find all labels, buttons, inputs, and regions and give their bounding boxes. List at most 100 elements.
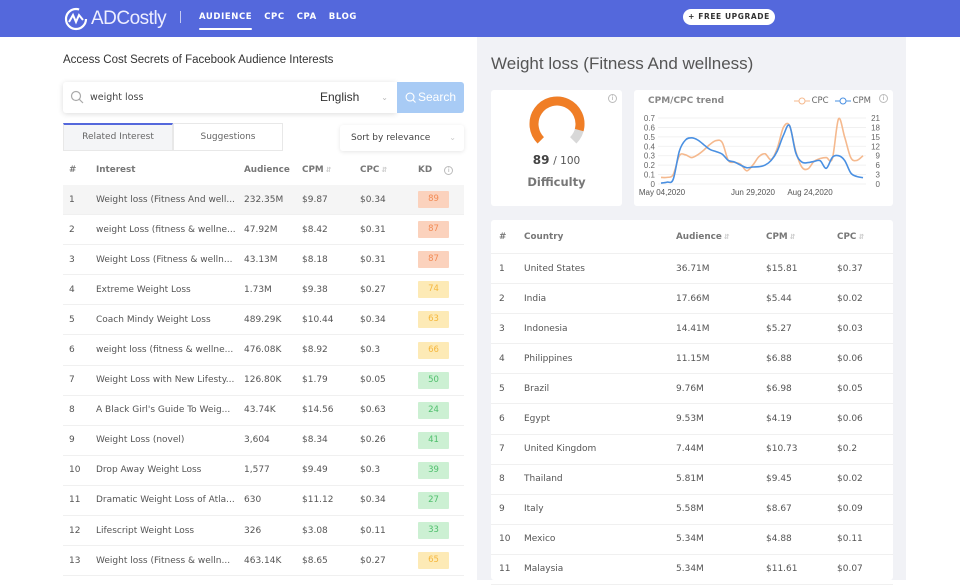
- row-country: Thailand: [524, 474, 563, 485]
- kd-badge: 39: [418, 461, 449, 479]
- search-button[interactable]: Search: [397, 82, 464, 113]
- table-row[interactable]: 11 Dramatic Weight Loss of Atla... 630 $11.…: [63, 486, 464, 517]
- nav-blog[interactable]: BLOG: [329, 0, 357, 37]
- row-cpm: $8.42: [302, 224, 328, 235]
- row-interest[interactable]: Weight Loss with New Lifesty...: [96, 375, 244, 385]
- row-cpm: $5.44: [766, 293, 792, 304]
- row-interest[interactable]: Weight Loss (Fitness & welln...: [96, 255, 244, 265]
- table-row[interactable]: 7 Weight Loss with New Lifesty... 126.80K $…: [63, 366, 464, 396]
- row-cpc: $0.03: [837, 323, 863, 334]
- search-input[interactable]: [90, 82, 280, 113]
- table-row[interactable]: 2 India 17.66M $5.44 $0.02: [491, 284, 893, 315]
- row-cpc: $0.34: [360, 495, 386, 506]
- table-row[interactable]: 3 Weight Loss (Fitness & welln... 43.13M $8…: [63, 245, 464, 276]
- table-row[interactable]: 10 Mexico 5.34M $4.88 $0.11: [491, 525, 893, 555]
- table-row[interactable]: 8 Thailand 5.81M $9.45 $0.02: [491, 465, 893, 495]
- nav-audience[interactable]: AUDIENCE: [199, 0, 253, 37]
- table-row[interactable]: 5 Brazil 9.76M $6.98 $0.05: [491, 374, 893, 405]
- row-interest[interactable]: weight loss (fitness & wellne...: [96, 345, 244, 355]
- brand-name: ADCostly: [91, 8, 167, 29]
- row-cpm: $4.19: [766, 414, 792, 425]
- row-country: Italy: [524, 504, 544, 515]
- row-audience: 1,577: [244, 465, 270, 476]
- table-row[interactable]: 5 Coach Mindy Weight Loss 489.29K $10.44 $0.…: [63, 305, 464, 336]
- table-row[interactable]: 8 A Black Girl's Guide To Weig... 43.74K $1…: [63, 396, 464, 426]
- table-row[interactable]: 12 Lifescript Weight Loss 326 $3.08 $0.11 33: [63, 516, 464, 547]
- info-icon[interactable]: i: [444, 166, 454, 175]
- table-row[interactable]: 13 Weight loss (Fitness & welln... 463.14K…: [63, 546, 464, 577]
- row-cpc: $0.07: [837, 564, 863, 575]
- info-icon[interactable]: i: [879, 94, 888, 103]
- row-cpm: $10.73: [766, 444, 798, 455]
- table-row[interactable]: 11 Malaysia 5.34M $11.61 $0.07: [491, 555, 893, 585]
- y-left-tick-label: 0.5: [644, 133, 656, 142]
- row-country: Egypt: [524, 414, 550, 425]
- nav-cpc[interactable]: CPC: [264, 0, 285, 37]
- table-row[interactable]: 3 Indonesia 14.41M $5.27 $0.03: [491, 314, 893, 345]
- table-row[interactable]: 4 Extreme Weight Loss 1.73M $9.38 $0.27 74: [63, 275, 464, 306]
- row-interest[interactable]: Dramatic Weight Loss of Atla...: [96, 495, 244, 505]
- row-cpc: $0.27: [360, 555, 386, 566]
- row-interest[interactable]: Lifescript Weight Loss: [96, 526, 244, 536]
- col-kd: KD i: [418, 165, 464, 175]
- nav-cpa[interactable]: CPA: [297, 0, 317, 37]
- table-row[interactable]: 7 United Kingdom 7.44M $10.73 $0.2: [491, 435, 893, 465]
- row-country: United States: [524, 263, 585, 274]
- row-interest[interactable]: weight Loss (fitness & wellne...: [96, 225, 244, 235]
- legend-cpc[interactable]: CPC: [793, 96, 829, 106]
- col-audience: Audience: [244, 165, 290, 175]
- row-audience: 7.44M: [676, 444, 704, 455]
- row-interest[interactable]: Drop Away Weight Loss: [96, 465, 244, 475]
- row-interest[interactable]: Weight loss (Fitness And well...: [96, 195, 244, 205]
- table-row[interactable]: 4 Philippines 11.15M $6.88 $0.06: [491, 344, 893, 375]
- row-cpc: $0.26: [360, 435, 386, 446]
- col-cpm[interactable]: CPM ⇵: [302, 165, 360, 175]
- row-rank: 4: [499, 353, 505, 364]
- col-interest: Interest: [96, 165, 136, 175]
- table-row[interactable]: 9 Weight Loss (novel) 3,604 $8.34 $0.26 41: [63, 426, 464, 456]
- row-cpc: $0.02: [837, 474, 863, 485]
- language-select[interactable]: English ⌄: [289, 82, 397, 113]
- row-interest[interactable]: Coach Mindy Weight Loss: [96, 315, 244, 325]
- row-cpm: $9.38: [302, 284, 328, 295]
- table-row[interactable]: 6 weight loss (fitness & wellne... 476.08K…: [63, 335, 464, 366]
- table-row[interactable]: 1 Weight loss (Fitness And well... 232.35M…: [63, 185, 464, 216]
- sort-select[interactable]: Sort by relevance ⌄: [340, 125, 464, 151]
- row-audience: 5.58M: [676, 504, 704, 515]
- table-row[interactable]: 6 Egypt 9.53M $4.19 $0.06: [491, 404, 893, 435]
- free-upgrade-button[interactable]: + FREE UPGRADE: [683, 9, 775, 25]
- y-right-tick-label: 18: [871, 123, 880, 132]
- col-cpm[interactable]: CPM ⇵: [766, 232, 837, 242]
- info-icon[interactable]: i: [608, 94, 617, 103]
- row-audience: 1.73M: [244, 284, 272, 295]
- row-cpc: $0.3: [360, 465, 381, 476]
- search-icon: [70, 90, 84, 104]
- row-interest[interactable]: Weight loss (Fitness & welln...: [96, 556, 244, 566]
- row-cpm: $5.27: [766, 323, 792, 334]
- tab-suggestions[interactable]: Suggestions: [173, 123, 283, 151]
- table-row[interactable]: 1 United States 36.71M $15.81 $0.37: [491, 254, 893, 285]
- row-country: Philippines: [524, 353, 573, 364]
- row-cpm: $9.45: [766, 474, 792, 485]
- row-interest[interactable]: Extreme Weight Loss: [96, 285, 244, 295]
- kd-badge: 24: [418, 401, 449, 419]
- table-row[interactable]: 2 weight Loss (fitness & wellne... 47.92M $…: [63, 215, 464, 246]
- row-cpm: $8.18: [302, 254, 328, 265]
- col-cpc[interactable]: CPC ⇵: [360, 165, 418, 175]
- language-value: English: [320, 90, 360, 104]
- tab-related-interest[interactable]: Related Interest: [63, 123, 173, 151]
- brand-logo[interactable]: ADCostly: [64, 7, 167, 31]
- legend-cpm[interactable]: CPM: [834, 96, 871, 106]
- kd-badge: 87: [418, 221, 449, 239]
- detail-title: Weight loss (Fitness And wellness): [491, 54, 754, 73]
- table-row[interactable]: 9 Italy 5.58M $8.67 $0.09: [491, 495, 893, 525]
- col-audience[interactable]: Audience ⇵: [676, 232, 766, 242]
- row-audience: 476.08K: [244, 345, 282, 356]
- row-interest[interactable]: A Black Girl's Guide To Weig...: [96, 405, 244, 415]
- row-rank: 6: [499, 414, 505, 425]
- table-row[interactable]: 10 Drop Away Weight Loss 1,577 $9.49 $0.3 39: [63, 456, 464, 486]
- row-rank: 9: [499, 504, 505, 515]
- col-cpc[interactable]: CPC ⇵: [837, 232, 893, 242]
- row-interest[interactable]: Weight Loss (novel): [96, 435, 244, 445]
- interest-table: # Interest Audience CPM ⇵ CPC ⇵ KD i 1 Weig…: [63, 155, 464, 577]
